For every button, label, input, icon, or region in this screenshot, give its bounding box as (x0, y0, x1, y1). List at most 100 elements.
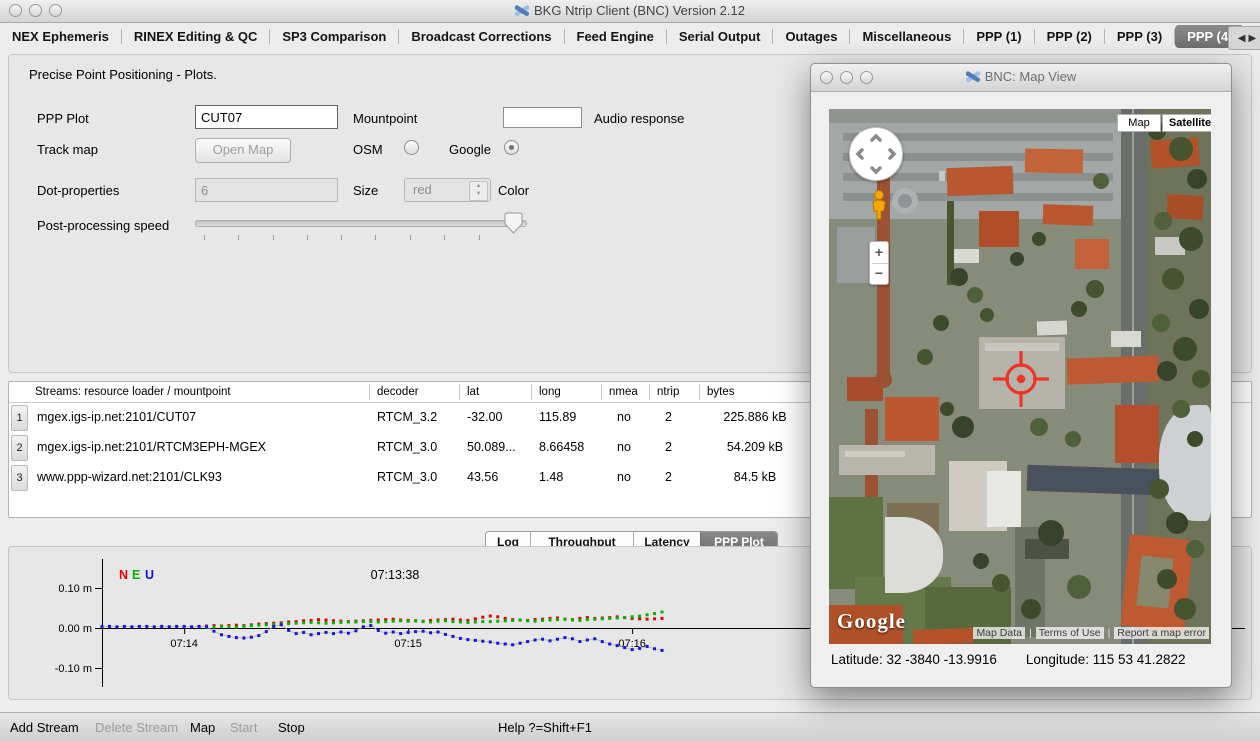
report-error-link[interactable]: Report a map error (1114, 627, 1209, 639)
col-header-long[interactable]: long (539, 386, 561, 398)
cell-mountpoint: www.ppp-wizard.net:2101/CLK93 (37, 470, 222, 484)
cell-decoder: RTCM_3.2 (377, 410, 437, 424)
cell-mountpoint: mgex.igs-ip.net:2101/RTCM3EPH-MGEX (37, 440, 266, 454)
map-tree-shape (1067, 575, 1091, 599)
speed-slider-thumb[interactable] (504, 212, 524, 235)
tab-outages[interactable]: Outages (773, 25, 849, 48)
svg-text:-0.10 m: -0.10 m (55, 663, 92, 675)
pegman-icon[interactable] (869, 189, 889, 221)
map-tree-shape (952, 416, 974, 438)
google-logo: Google (837, 609, 906, 634)
map-tree-shape (1189, 299, 1209, 319)
tab-nex-ephemeris[interactable]: NEX Ephemeris (0, 25, 121, 48)
pan-right-icon (890, 150, 894, 158)
row-number[interactable]: 1 (11, 405, 28, 431)
slider-tick (375, 235, 376, 240)
tab-scroll-left-icon[interactable]: ◀ (1238, 33, 1246, 44)
map-tree-shape (1187, 431, 1203, 447)
color-label: Color (498, 183, 529, 198)
row-number[interactable]: 2 (11, 435, 28, 461)
col-header-decoder[interactable]: decoder (377, 386, 419, 398)
coordinates-readout: Latitude: 32 -3840 -13.9916 Longitude: 11… (831, 652, 1221, 667)
map-pan-control[interactable] (849, 127, 903, 181)
latitude-value: Latitude: 32 -3840 -13.9916 (831, 652, 997, 667)
map-tree-shape (1172, 400, 1190, 418)
map-imagery-shape (839, 445, 935, 475)
cell-lat: 50.089... (467, 440, 516, 454)
cell-bytes: 54.209 kB (699, 440, 811, 454)
col-header-ntrip[interactable]: ntrip (657, 386, 679, 398)
col-header-mountpoint[interactable]: Streams: resource loader / mountpoint (35, 386, 231, 398)
tab-ppp-1[interactable]: PPP (1) (964, 25, 1033, 48)
tab-sp3-comparison[interactable]: SP3 Comparison (270, 25, 398, 48)
google-radio[interactable] (504, 140, 519, 155)
map-button[interactable]: Map (190, 720, 215, 735)
map-tree-shape (1166, 512, 1188, 534)
slider-tick (410, 235, 411, 240)
zoom-out-button[interactable]: − (870, 263, 888, 284)
add-stream-button[interactable]: Add Stream (10, 720, 79, 735)
tab-ppp-2[interactable]: PPP (2) (1035, 25, 1104, 48)
row-number[interactable]: 3 (11, 465, 28, 491)
mountpoint-input[interactable] (503, 107, 582, 128)
tab-ppp-3[interactable]: PPP (3) (1105, 25, 1174, 48)
map-imagery-shape (987, 471, 1021, 527)
cell-long: 1.48 (539, 470, 563, 484)
col-header-lat[interactable]: lat (467, 386, 479, 398)
longitude-value: Longitude: 115 53 41.2822 (1026, 652, 1186, 667)
tab-serial-output[interactable]: Serial Output (667, 25, 773, 48)
google-label: Google (449, 142, 491, 157)
map-imagery-shape (1115, 405, 1159, 463)
speed-slider-track[interactable] (195, 220, 527, 227)
map-data-link[interactable]: Map Data (973, 627, 1025, 639)
map-tree-shape (1186, 540, 1204, 558)
dot-properties-label: Dot-properties (37, 183, 119, 198)
dot-properties-input (195, 178, 338, 202)
ppp-plot-input[interactable] (195, 105, 338, 129)
map-tree-shape (1149, 479, 1169, 499)
start-button: Start (230, 720, 257, 735)
map-imagery-shape (1025, 148, 1083, 173)
col-header-nmea[interactable]: nmea (609, 386, 638, 398)
map-imagery-shape (979, 211, 1019, 247)
cell-lat: -32.00 (467, 410, 502, 424)
tab-broadcast-corrections[interactable]: Broadcast Corrections (399, 25, 563, 48)
map-tree-shape (1086, 280, 1104, 298)
map-type-satellite-button[interactable]: Satellite (1162, 114, 1211, 132)
map-tree-shape (1179, 227, 1203, 251)
svg-text:07:13:38: 07:13:38 (371, 568, 420, 582)
post-processing-speed-label: Post-processing speed (37, 218, 169, 233)
map-window-title-bar: BNC: Map View (811, 64, 1231, 92)
cell-bytes: 84.5 kB (699, 470, 811, 484)
col-header-bytes[interactable]: bytes (707, 386, 735, 398)
slider-tick (341, 235, 342, 240)
satellite-map[interactable]: Map Satellite + − (829, 109, 1211, 644)
map-type-map-button[interactable]: Map (1117, 114, 1161, 132)
zoom-in-button[interactable]: + (870, 242, 888, 263)
open-map-button[interactable]: Open Map (195, 138, 291, 163)
map-view-window: BNC: Map View Map Satellite + − (810, 63, 1232, 688)
bnc-app-icon (966, 70, 981, 83)
map-imagery-shape (913, 628, 973, 644)
window-title: BKG Ntrip Client (BNC) Version 2.12 (0, 3, 1260, 18)
map-window-title: BNC: Map View (811, 69, 1231, 84)
svg-text:0.10 m: 0.10 m (58, 583, 92, 595)
audio-response-label: Audio response (594, 111, 684, 126)
tab-rinex-editing-qc[interactable]: RINEX Editing & QC (122, 25, 270, 48)
map-tree-shape (1093, 173, 1109, 189)
slider-tick (307, 235, 308, 240)
map-tree-shape (917, 349, 933, 365)
map-imagery-shape (875, 371, 892, 388)
tab-scroll-right-icon[interactable]: ▶ (1249, 33, 1257, 44)
svg-text:07:14: 07:14 (170, 638, 198, 650)
osm-radio[interactable] (404, 140, 419, 155)
tab-miscellaneous[interactable]: Miscellaneous (850, 25, 963, 48)
map-tree-shape (1169, 137, 1193, 161)
terms-of-use-link[interactable]: Terms of Use (1036, 627, 1104, 639)
map-imagery-shape (1111, 331, 1141, 347)
stop-button[interactable]: Stop (278, 720, 305, 735)
cell-ntrip: 2 (665, 410, 672, 424)
map-imagery-shape (845, 451, 905, 457)
tab-feed-engine[interactable]: Feed Engine (565, 25, 666, 48)
mountpoint-label: Mountpoint (353, 111, 417, 126)
